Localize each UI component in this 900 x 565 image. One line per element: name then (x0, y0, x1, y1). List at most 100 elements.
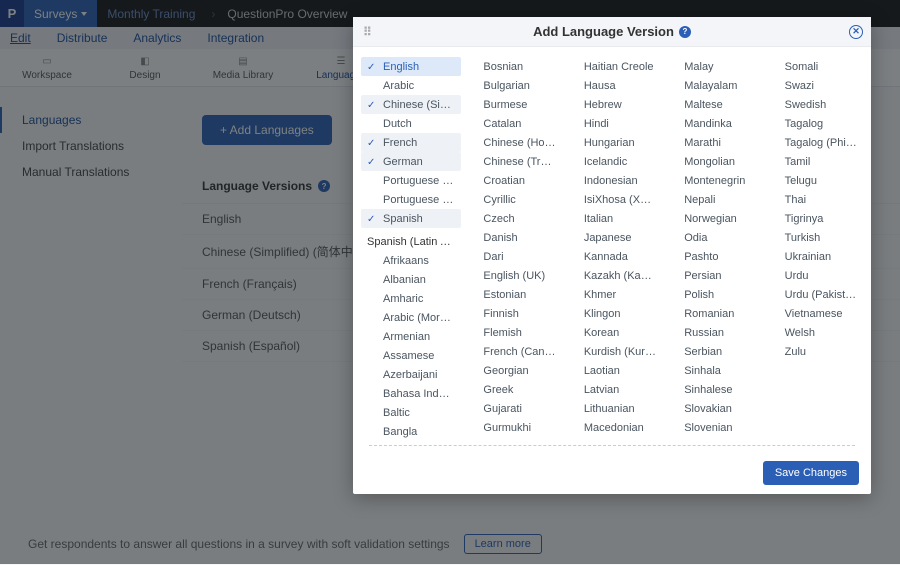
language-option[interactable]: Azerbaijani (361, 365, 461, 384)
language-option[interactable]: Tagalog (763, 114, 863, 133)
language-option[interactable]: Estonian (461, 285, 561, 304)
language-option[interactable]: Pashto (662, 247, 762, 266)
language-option[interactable]: Arabic (361, 76, 461, 95)
language-option[interactable]: Chinese (Hong Kong) (461, 133, 561, 152)
language-option[interactable]: Ukrainian (763, 247, 863, 266)
language-option[interactable]: Hungarian (562, 133, 662, 152)
language-option[interactable]: ✓French (361, 133, 461, 152)
language-option[interactable]: Bahasa Indonesia (361, 384, 461, 403)
language-option[interactable]: Korean (562, 323, 662, 342)
language-option[interactable]: Urdu (Pakistan) (763, 285, 863, 304)
language-option[interactable]: Chinese (Traditional) (461, 152, 561, 171)
language-option[interactable]: Slovenian (662, 418, 762, 437)
language-option[interactable]: Zulu (763, 342, 863, 361)
language-option[interactable]: Russian (662, 323, 762, 342)
language-option[interactable]: Italian (562, 209, 662, 228)
language-option[interactable]: Turkish (763, 228, 863, 247)
language-option[interactable]: Dari (461, 247, 561, 266)
language-option[interactable]: Burmese (461, 95, 561, 114)
language-option[interactable]: Assamese (361, 346, 461, 365)
language-option[interactable]: English (UK) (461, 266, 561, 285)
language-option[interactable]: Armenian (361, 327, 461, 346)
language-option[interactable]: Bangla (361, 422, 461, 441)
language-option[interactable]: Albanian (361, 270, 461, 289)
language-option[interactable]: Amharic (361, 289, 461, 308)
language-option[interactable]: Danish (461, 228, 561, 247)
language-option[interactable]: Dutch (361, 114, 461, 133)
language-option[interactable]: Laotian (562, 361, 662, 380)
language-option[interactable]: Tagalog (Philippines) (763, 133, 863, 152)
language-option[interactable]: Thai (763, 190, 863, 209)
language-option[interactable]: Somali (763, 57, 863, 76)
language-option[interactable]: Montenegrin (662, 171, 762, 190)
language-option[interactable]: Slovakian (662, 399, 762, 418)
language-option[interactable]: Portuguese (Brazil) (361, 171, 461, 190)
language-option[interactable]: Catalan (461, 114, 561, 133)
language-option[interactable]: Vietnamese (763, 304, 863, 323)
close-icon[interactable]: ✕ (849, 25, 863, 39)
language-option[interactable]: Urdu (763, 266, 863, 285)
language-option[interactable]: Swazi (763, 76, 863, 95)
help-icon[interactable]: ? (679, 26, 691, 38)
language-option[interactable]: Maltese (662, 95, 762, 114)
language-option[interactable]: ✓German (361, 152, 461, 171)
language-option[interactable]: Welsh (763, 323, 863, 342)
language-option[interactable]: Haitian Creole (562, 57, 662, 76)
language-option[interactable]: Mandinka (662, 114, 762, 133)
language-option[interactable]: Odia (662, 228, 762, 247)
language-option[interactable]: IsiXhosa (Xhosa) (562, 190, 662, 209)
language-option[interactable]: Georgian (461, 361, 561, 380)
modal-footer: Save Changes (353, 452, 871, 494)
language-option[interactable]: Telugu (763, 171, 863, 190)
language-option[interactable]: Gurmukhi (461, 418, 561, 437)
language-option[interactable]: Polish (662, 285, 762, 304)
language-option[interactable]: Khmer (562, 285, 662, 304)
language-option[interactable]: ✓English (361, 57, 461, 76)
language-option[interactable]: Hebrew (562, 95, 662, 114)
language-option[interactable]: Lithuanian (562, 399, 662, 418)
language-option[interactable]: ✓Chinese (Simplified) (361, 95, 461, 114)
language-option[interactable]: Japanese (562, 228, 662, 247)
language-option[interactable]: Croatian (461, 171, 561, 190)
language-option[interactable]: ✓Spanish (361, 209, 461, 228)
language-option[interactable]: Sinhala (662, 361, 762, 380)
language-option[interactable]: Finnish (461, 304, 561, 323)
drag-grip-icon[interactable]: ⠿ (363, 25, 370, 39)
language-option[interactable]: Tigrinya (763, 209, 863, 228)
language-option[interactable]: Hindi (562, 114, 662, 133)
language-option[interactable]: Icelandic (562, 152, 662, 171)
language-option[interactable]: Malayalam (662, 76, 762, 95)
language-option[interactable]: Gujarati (461, 399, 561, 418)
language-option[interactable]: Klingon (562, 304, 662, 323)
language-option[interactable]: Greek (461, 380, 561, 399)
language-option[interactable]: Kazakh (Kazakhstan) (562, 266, 662, 285)
language-option[interactable]: French (Canada) (461, 342, 561, 361)
language-option[interactable]: Tamil (763, 152, 863, 171)
language-option[interactable]: Czech (461, 209, 561, 228)
language-option[interactable]: Afrikaans (361, 251, 461, 270)
language-option[interactable]: Kannada (562, 247, 662, 266)
language-option[interactable]: Persian (662, 266, 762, 285)
language-option[interactable]: Baltic (361, 403, 461, 422)
language-option[interactable]: Indonesian (562, 171, 662, 190)
language-option[interactable]: Bulgarian (461, 76, 561, 95)
language-option[interactable]: Mongolian (662, 152, 762, 171)
language-option[interactable]: Serbian (662, 342, 762, 361)
language-option[interactable]: Hausa (562, 76, 662, 95)
language-option[interactable]: Norwegian (662, 209, 762, 228)
language-option[interactable]: Sinhalese (662, 380, 762, 399)
language-option[interactable]: Portuguese (Portugal) (361, 190, 461, 209)
language-option[interactable]: Kurdish (Kurmanji) (562, 342, 662, 361)
language-option[interactable]: Marathi (662, 133, 762, 152)
language-option[interactable]: Flemish (461, 323, 561, 342)
language-option[interactable]: Romanian (662, 304, 762, 323)
language-option[interactable]: Arabic (Morocco) (361, 308, 461, 327)
language-option[interactable]: Latvian (562, 380, 662, 399)
language-option[interactable]: Macedonian (562, 418, 662, 437)
save-changes-button[interactable]: Save Changes (763, 461, 859, 485)
language-option[interactable]: Malay (662, 57, 762, 76)
language-option[interactable]: Nepali (662, 190, 762, 209)
language-option[interactable]: Cyrillic (461, 190, 561, 209)
language-option[interactable]: Bosnian (461, 57, 561, 76)
language-option[interactable]: Swedish (763, 95, 863, 114)
